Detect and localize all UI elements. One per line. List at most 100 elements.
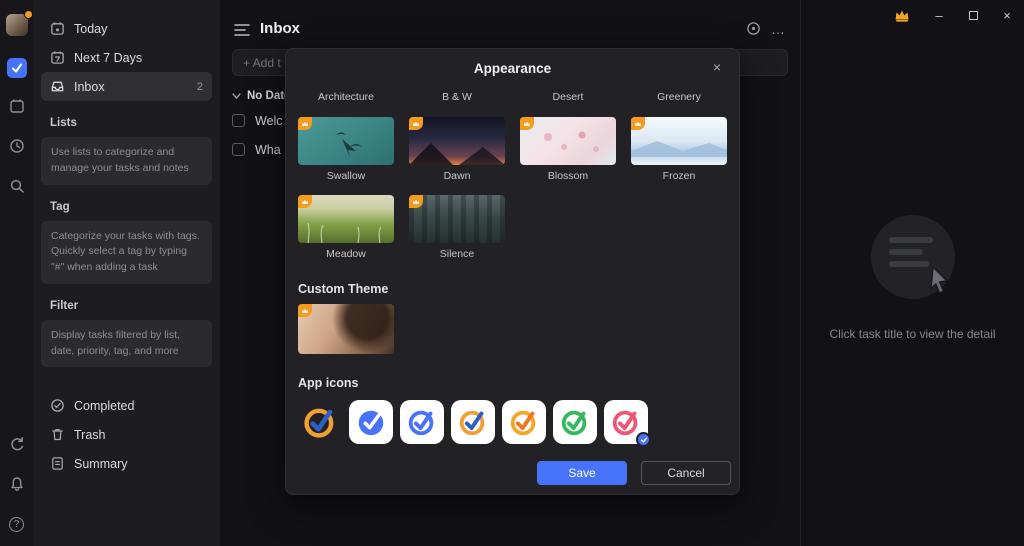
app-rail: ? xyxy=(0,0,33,546)
theme-silence[interactable]: Silence xyxy=(409,195,505,260)
theme-meadow[interactable]: Meadow xyxy=(298,195,394,260)
collapse-sidebar-icon[interactable] xyxy=(234,22,250,36)
task-checkbox[interactable] xyxy=(232,114,245,127)
theme-swallow[interactable]: Swallow xyxy=(298,117,394,182)
theme-thumbnail[interactable] xyxy=(520,117,616,165)
close-button[interactable]: × xyxy=(990,0,1024,30)
theme-thumbnail[interactable] xyxy=(409,117,505,165)
bird-motif xyxy=(298,117,394,165)
custom-theme-title: Custom Theme xyxy=(298,282,727,296)
inbox-icon xyxy=(50,79,65,94)
theme-bw[interactable]: B & W xyxy=(409,91,505,104)
dialog-title: Appearance xyxy=(474,61,551,76)
inbox-count: 2 xyxy=(197,81,203,93)
sidebar-item-completed[interactable]: Completed xyxy=(41,391,212,420)
app-icon-option-gold-blue[interactable] xyxy=(451,400,495,444)
app-icons-title: App icons xyxy=(298,376,727,390)
restore-button[interactable] xyxy=(956,0,990,30)
theme-architecture[interactable]: Architecture xyxy=(298,91,394,104)
dialog-close-icon[interactable]: × xyxy=(707,57,727,77)
sidebar-footer: Completed Trash Summary xyxy=(41,391,212,478)
theme-thumbnail[interactable] xyxy=(631,117,727,165)
restore-icon xyxy=(969,11,978,20)
cancel-button[interactable]: Cancel xyxy=(641,461,731,485)
bell-icon[interactable] xyxy=(5,472,29,496)
premium-crown-icon[interactable] xyxy=(882,9,922,22)
next7days-icon xyxy=(50,50,65,65)
minimize-button[interactable]: – xyxy=(922,0,956,30)
search-icon[interactable] xyxy=(5,174,29,198)
theme-label: Meadow xyxy=(326,248,366,260)
theme-thumbnail[interactable] xyxy=(298,195,394,243)
theme-dawn[interactable]: Dawn xyxy=(409,117,505,182)
theme-label: Blossom xyxy=(548,170,588,182)
focus-record-icon[interactable] xyxy=(746,21,761,36)
task-title[interactable]: Wha xyxy=(255,143,281,157)
theme-grid: Architecture B & W Desert Greenery Swall… xyxy=(286,87,739,260)
tasks-app-icon[interactable] xyxy=(7,58,27,78)
sync-icon[interactable] xyxy=(5,432,29,456)
app-icon-option-blue[interactable] xyxy=(400,400,444,444)
premium-badge-icon xyxy=(298,304,312,317)
app-icon-option-orange[interactable] xyxy=(502,400,546,444)
grass-motif xyxy=(298,195,394,243)
task-checkbox[interactable] xyxy=(232,143,245,156)
theme-greenery[interactable]: Greenery xyxy=(631,91,727,104)
task-title[interactable]: Welc xyxy=(255,114,283,128)
sidebar-item-next7days[interactable]: Next 7 Days xyxy=(41,43,212,72)
task-detail-panel: Click task title to view the detail xyxy=(800,0,1024,546)
page-title: Inbox xyxy=(260,20,300,37)
section-title-filter[interactable]: Filter xyxy=(50,300,203,312)
lists-hint: Use lists to categorize and manage your … xyxy=(41,137,212,185)
dialog-header: Appearance × xyxy=(286,49,739,87)
theme-label: Swallow xyxy=(327,170,366,182)
sidebar-item-today[interactable]: Today xyxy=(41,14,212,43)
theme-blossom[interactable]: Blossom xyxy=(520,117,616,182)
save-button[interactable]: Save xyxy=(537,461,627,485)
notification-badge xyxy=(24,10,33,19)
mountain-motif xyxy=(409,117,505,165)
sidebar-item-label: Inbox xyxy=(74,80,105,94)
app-icon-option-pink[interactable] xyxy=(604,400,648,444)
theme-desert[interactable]: Desert xyxy=(520,91,616,104)
sidebar-item-inbox[interactable]: Inbox 2 xyxy=(41,72,212,101)
calendar-icon[interactable] xyxy=(5,94,29,118)
appearance-dialog: Appearance × Architecture B & W Desert G… xyxy=(285,48,740,495)
trash-icon xyxy=(50,427,65,442)
pomodoro-icon[interactable] xyxy=(5,134,29,158)
sidebar-item-label: Summary xyxy=(74,457,127,471)
theme-thumbnail[interactable] xyxy=(409,195,505,243)
custom-theme-row xyxy=(286,304,739,354)
theme-frozen[interactable]: Frozen xyxy=(631,117,727,182)
main-header-actions: … xyxy=(746,21,786,37)
sidebar-item-summary[interactable]: Summary xyxy=(41,449,212,478)
avatar[interactable] xyxy=(6,14,28,36)
section-title-lists[interactable]: Lists xyxy=(50,117,203,129)
dialog-footer: Save Cancel xyxy=(537,461,731,485)
cursor-arrow-icon xyxy=(927,265,953,295)
sidebar-item-label: Next 7 Days xyxy=(74,51,142,65)
chevron-down-icon xyxy=(232,93,241,99)
help-icon[interactable]: ? xyxy=(5,512,29,536)
completed-icon xyxy=(50,398,65,413)
section-title-tag[interactable]: Tag xyxy=(50,201,203,213)
tag-hint: Categorize your tasks with tags. Quickly… xyxy=(41,221,212,284)
app-icon-option-green[interactable] xyxy=(553,400,597,444)
app-icon-option-classic-dark[interactable] xyxy=(298,400,342,444)
theme-thumbnail[interactable] xyxy=(298,117,394,165)
theme-label: Dawn xyxy=(444,170,471,182)
empty-state-text: Click task title to view the detail xyxy=(829,327,995,341)
more-options-icon[interactable]: … xyxy=(771,21,786,37)
app-icons-row xyxy=(286,398,739,444)
app-icon-option-blue-filled[interactable] xyxy=(349,400,393,444)
sidebar-item-label: Completed xyxy=(74,399,134,413)
today-icon xyxy=(50,21,65,36)
premium-badge-icon xyxy=(409,195,423,208)
document-lines-icon xyxy=(889,237,933,267)
flower-motif xyxy=(520,117,616,165)
rail-bottom: ? xyxy=(5,416,29,546)
filter-hint: Display tasks filtered by list, date, pr… xyxy=(41,320,212,368)
sidebar-item-trash[interactable]: Trash xyxy=(41,420,212,449)
custom-theme-thumbnail[interactable] xyxy=(298,304,394,354)
empty-state-graphic xyxy=(871,215,955,299)
